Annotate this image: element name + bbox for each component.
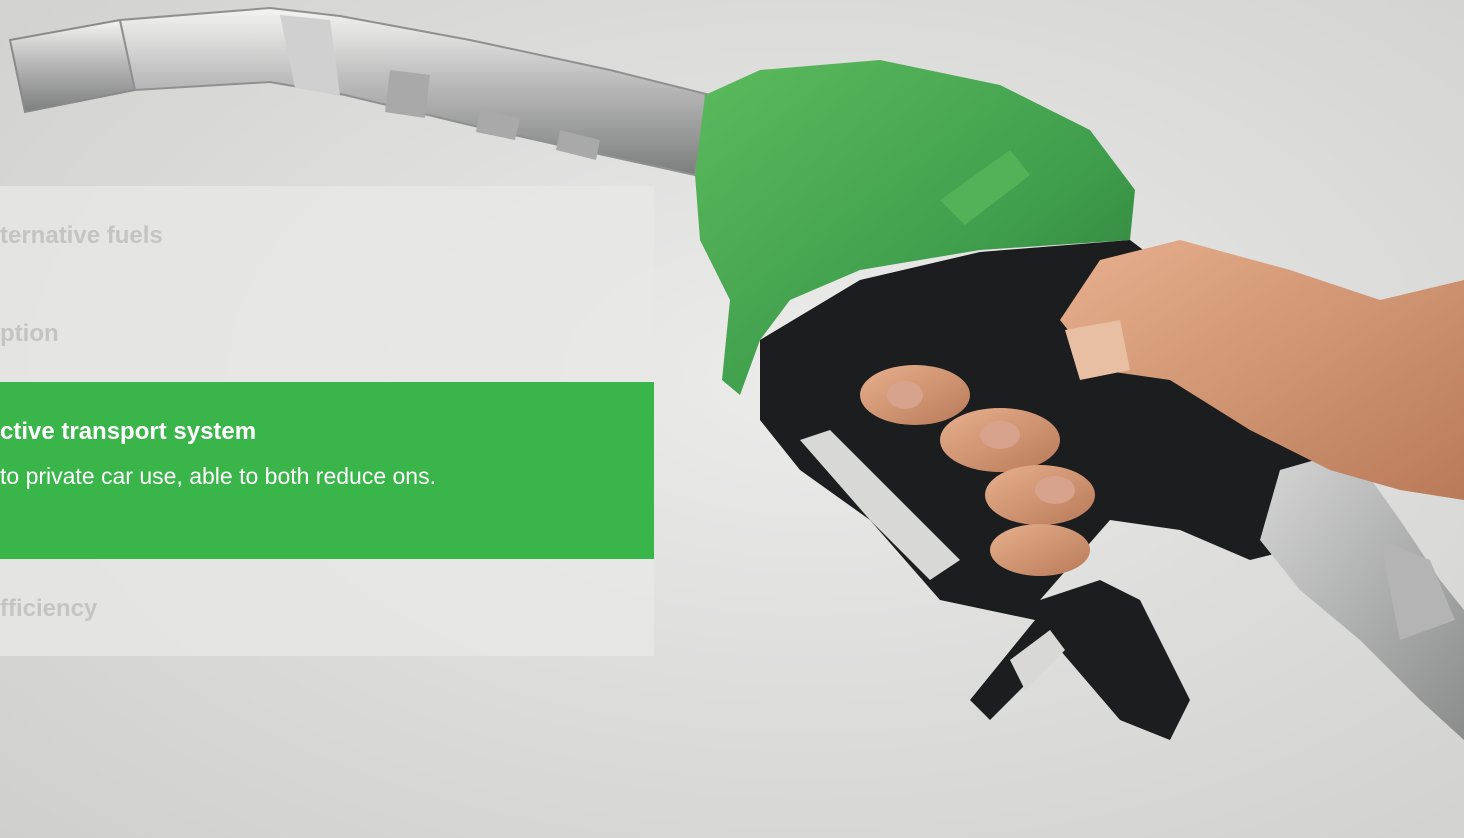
accordion-item-title: fficiency	[0, 595, 98, 622]
accordion-item-title: ternative fuels	[0, 222, 163, 249]
accordion-item-title: ctive transport system	[0, 418, 257, 445]
accordion-item-body: to private car use, able to both reduce …	[0, 463, 436, 489]
fuel-topics-accordion: ternative fuels ption ctive transport sy…	[0, 186, 654, 656]
accordion-item-efficiency[interactable]: fficiency	[0, 559, 654, 656]
accordion-item-alternative-fuels[interactable]: ternative fuels	[0, 186, 654, 284]
accordion-item-title: ption	[0, 320, 59, 347]
accordion-item-effective-transport-system[interactable]: ctive transport system to private car us…	[0, 382, 654, 559]
accordion-item-consumption[interactable]: ption	[0, 284, 654, 382]
